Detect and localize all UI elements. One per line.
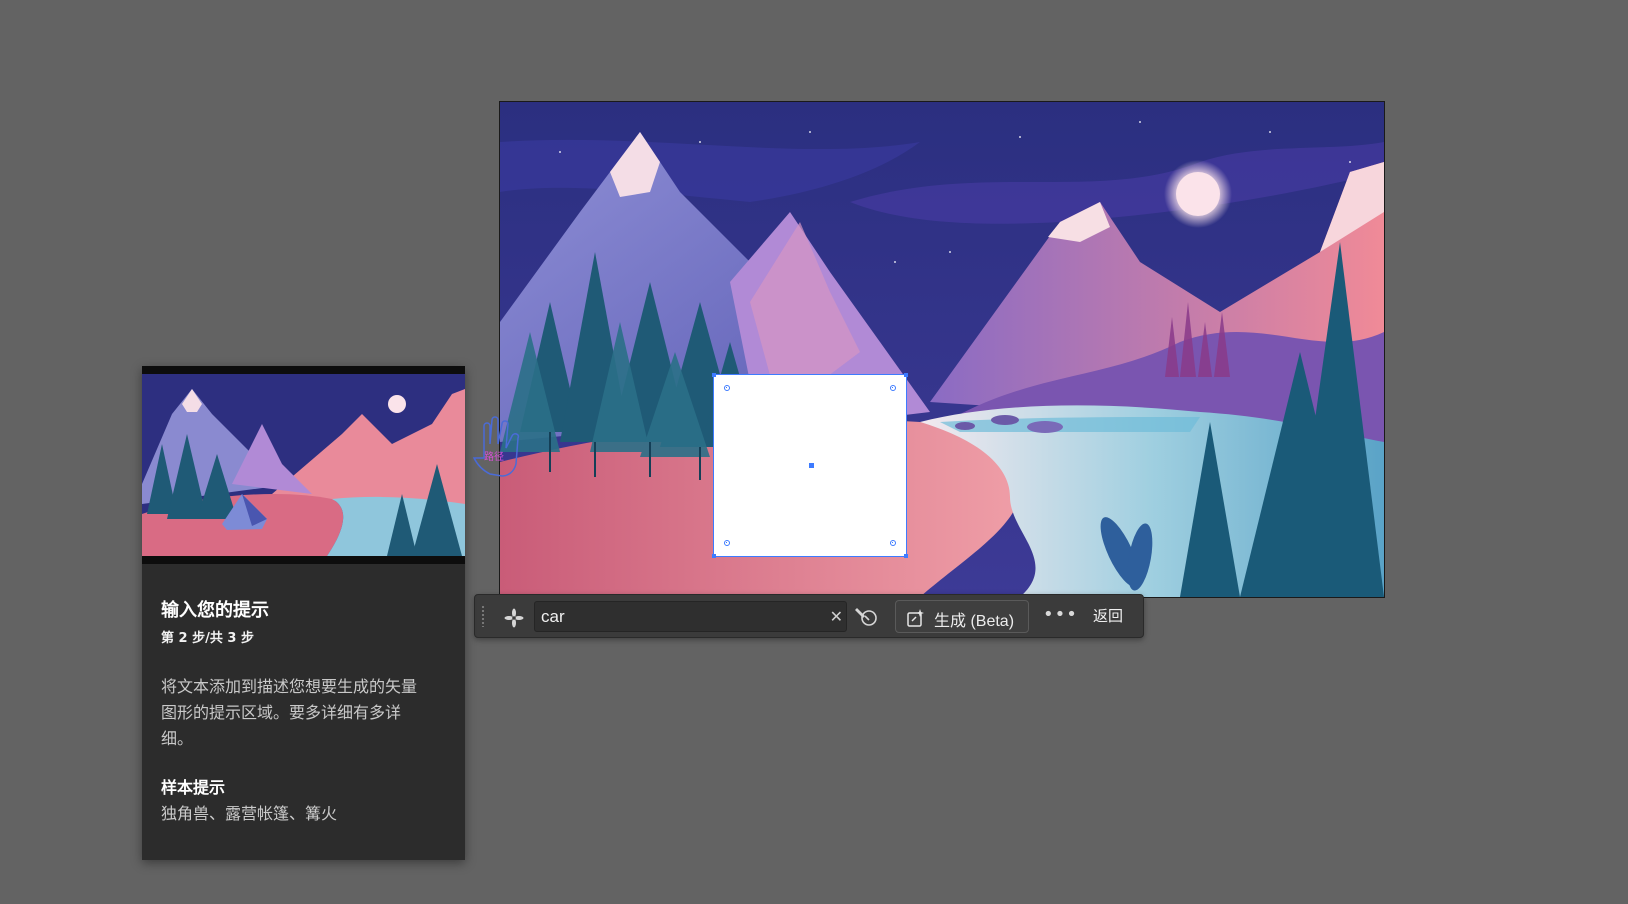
help-description: 将文本添加到描述您想要生成的矢量图形的提示区域。要多详细有多详细。 bbox=[161, 677, 418, 748]
more-icon[interactable]: ••• bbox=[1043, 604, 1077, 628]
handle-bottom-left[interactable] bbox=[724, 540, 730, 546]
sample-prompts-heading: 样本提示 bbox=[161, 778, 226, 797]
handle-top-right[interactable] bbox=[890, 385, 896, 391]
generate-label: 生成 (Beta) bbox=[934, 613, 1015, 630]
close-icon[interactable]: ✕ bbox=[830, 606, 843, 628]
prompt-input[interactable] bbox=[541, 606, 811, 628]
contextual-task-bar: ✕ 生成 (Beta) ••• 返回 bbox=[474, 594, 1144, 638]
cursor-hint-label: 路径 bbox=[484, 452, 504, 463]
generative-shape-selection[interactable] bbox=[712, 373, 908, 558]
anchor-bottom-right[interactable] bbox=[904, 554, 908, 558]
onboarding-help-panel: 输入您的提示 第 2 步/共 3 步 将文本添加到描述您想要生成的矢量图形的提示… bbox=[142, 366, 465, 860]
generate-button[interactable]: 生成 (Beta) bbox=[895, 600, 1029, 633]
sparkle-icon[interactable] bbox=[504, 608, 524, 628]
center-point[interactable] bbox=[809, 463, 814, 468]
anchor-top-left[interactable] bbox=[712, 373, 716, 377]
anchor-bottom-left[interactable] bbox=[712, 554, 716, 558]
sample-prompts-text: 独角兽、露营帐篷、篝火 bbox=[161, 804, 338, 823]
handle-bottom-right[interactable] bbox=[890, 540, 896, 546]
style-picker-icon[interactable] bbox=[855, 606, 879, 628]
prompt-field[interactable]: ✕ bbox=[534, 601, 847, 632]
help-title: 输入您的提示 bbox=[161, 600, 269, 621]
landscape-illustration bbox=[500, 102, 1384, 597]
generate-icon bbox=[907, 609, 924, 627]
anchor-top-right[interactable] bbox=[904, 373, 908, 377]
help-step-indicator: 第 2 步/共 3 步 bbox=[161, 631, 254, 646]
artboard[interactable] bbox=[499, 101, 1385, 598]
back-button[interactable]: 返回 bbox=[1081, 603, 1135, 629]
handle-top-left[interactable] bbox=[724, 385, 730, 391]
drag-handle[interactable] bbox=[481, 605, 485, 627]
help-preview-image bbox=[142, 366, 465, 564]
